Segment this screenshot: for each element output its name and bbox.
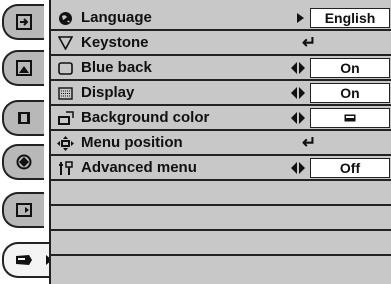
advanced-menu-icon — [57, 160, 74, 176]
blue-back-value[interactable]: On — [310, 58, 390, 78]
enter-icon: ↵ — [302, 33, 317, 52]
advanced-menu-value[interactable]: Off — [310, 158, 390, 178]
display-icon — [57, 85, 74, 101]
menu-item-empty — [51, 231, 391, 256]
keystone-icon — [57, 35, 74, 51]
menu-tab-column — [0, 0, 54, 284]
tab-input[interactable] — [2, 4, 44, 40]
advanced-menu-label: Advanced menu — [81, 159, 197, 176]
tab-image-select[interactable] — [2, 144, 44, 180]
projector-osd-menu: Language English Keystone ↵ Blue back On… — [0, 0, 391, 284]
menu-item-empty — [51, 181, 391, 206]
screen-icon — [18, 112, 30, 124]
blue-back-icon — [57, 60, 74, 76]
sound-icon — [16, 203, 32, 217]
image-select-icon — [16, 154, 32, 170]
background-color-value[interactable] — [310, 108, 390, 128]
left-right-arrows-icon — [291, 87, 305, 99]
language-value[interactable]: English — [310, 8, 390, 28]
left-right-arrows-icon — [291, 112, 305, 124]
menu-item-blue-back[interactable]: Blue back On — [51, 56, 391, 81]
submenu-arrow-icon — [297, 13, 304, 23]
language-label: Language — [81, 9, 152, 26]
tab-setting[interactable] — [2, 242, 54, 278]
background-color-icon — [57, 110, 74, 126]
tab-sound[interactable] — [2, 192, 44, 228]
color-swatch-icon — [344, 114, 356, 122]
setting-menu-panel: Language English Keystone ↵ Blue back On… — [49, 0, 391, 284]
menu-position-icon — [57, 135, 74, 151]
menu-item-empty — [51, 256, 391, 281]
background-color-label: Background color — [81, 109, 210, 126]
menu-position-label: Menu position — [81, 134, 183, 151]
menu-item-background-color[interactable]: Background color — [51, 106, 391, 131]
tab-screen[interactable] — [2, 100, 44, 136]
picture-adjust-icon — [16, 60, 32, 76]
left-right-arrows-icon — [291, 62, 305, 74]
left-right-arrows-icon — [291, 162, 305, 174]
menu-item-language[interactable]: Language English — [51, 6, 391, 31]
enter-icon: ↵ — [302, 133, 317, 152]
tab-picture-adjust[interactable] — [2, 50, 44, 86]
menu-item-empty — [51, 206, 391, 231]
menu-item-menu-position[interactable]: Menu position ↵ — [51, 131, 391, 156]
setting-icon — [16, 255, 32, 265]
keystone-label: Keystone — [81, 34, 149, 51]
display-value[interactable]: On — [310, 83, 390, 103]
display-label: Display — [81, 84, 135, 101]
menu-item-keystone[interactable]: Keystone ↵ — [51, 31, 391, 56]
globe-icon — [57, 10, 74, 26]
input-icon — [16, 14, 32, 30]
blue-back-label: Blue back — [81, 59, 152, 76]
menu-item-display[interactable]: Display On — [51, 81, 391, 106]
menu-item-advanced-menu[interactable]: Advanced menu Off — [51, 156, 391, 181]
